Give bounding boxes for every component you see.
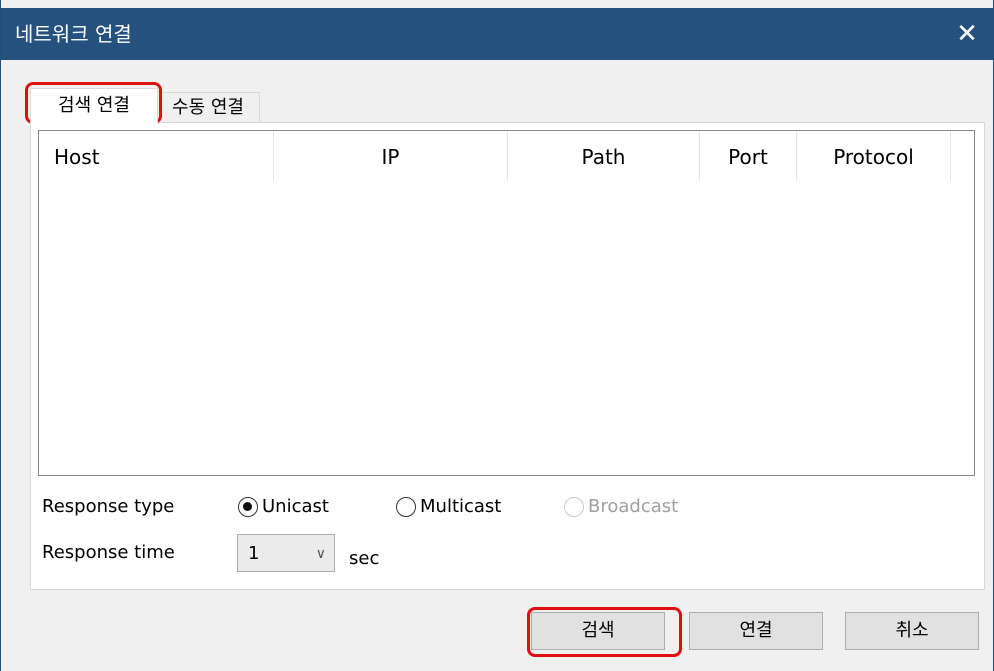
radio-label: Multicast [420,496,502,517]
select-value: 1 [248,543,260,564]
response-time-unit: sec [349,548,380,569]
column-header-ip[interactable]: IP [274,131,508,181]
column-header-host[interactable]: Host [39,131,274,181]
radio-multicast[interactable]: Multicast [396,496,501,517]
close-icon[interactable]: ✕ [939,8,994,60]
host-list[interactable]: Host IP Path Port Protocol [38,130,975,476]
response-type-label: Response type [42,496,175,517]
tab-label: 수동 연결 [172,97,244,118]
column-header-path[interactable]: Path [508,131,700,181]
radio-button [396,496,416,517]
tab-label: 검색 연결 [58,95,130,116]
window-title: 네트워크 연결 [15,22,132,46]
cancel-button[interactable]: 취소 [845,612,979,650]
radio-label: Broadcast [588,496,679,517]
tab-search-connect[interactable]: 검색 연결 [30,88,158,124]
radio-button-checked [238,496,258,517]
column-header-protocol[interactable]: Protocol [797,131,951,181]
search-button[interactable]: 검색 [531,612,665,650]
list-header: Host IP Path Port Protocol [39,131,974,181]
response-time-label: Response time [42,542,175,563]
radio-broadcast: Broadcast [564,496,678,517]
response-time-select[interactable]: 1 ∨ [237,534,335,572]
column-header-port[interactable]: Port [700,131,797,181]
title-bar: 네트워크 연결 ✕ [1,8,994,60]
tab-manual-connect[interactable]: 수동 연결 [156,92,260,122]
connect-button[interactable]: 연결 [689,612,823,650]
radio-label: Unicast [262,496,329,517]
radio-unicast[interactable]: Unicast [238,496,329,517]
radio-button-disabled [564,496,584,517]
network-connection-dialog: 네트워크 연결 ✕ 검색 연결 수동 연결 Host IP Path Port … [0,0,994,671]
chevron-down-icon: ∨ [315,546,326,562]
